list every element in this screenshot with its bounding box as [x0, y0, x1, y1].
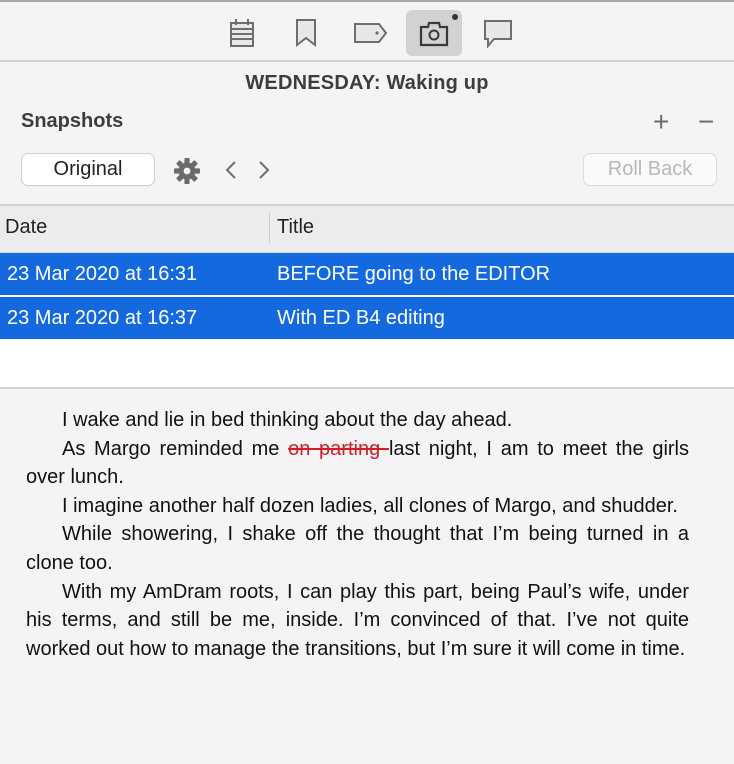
roll-back-button[interactable]: Roll Back [584, 154, 716, 185]
chevron-left-icon [225, 161, 236, 179]
remove-snapshot-button[interactable]: − [698, 108, 714, 136]
column-divider[interactable] [269, 212, 270, 244]
bookmark-icon [296, 19, 316, 48]
snapshots-table: 23 Mar 2020 at 16:31 BEFORE going to the… [0, 253, 734, 387]
snapshot-date: 23 Mar 2020 at 16:31 [7, 263, 198, 285]
inspector-toolbar [0, 2, 734, 60]
paragraph: I wake and lie in bed thinking about the… [62, 409, 513, 431]
chevron-right-icon [259, 161, 270, 179]
paragraph: As Margo reminded me on parting last nig… [26, 435, 689, 492]
previous-snapshot-button[interactable] [223, 159, 239, 181]
paragraph: While showering, I shake off the thought… [26, 523, 689, 574]
snapshot-title: With ED B4 editing [277, 307, 445, 329]
divider [0, 60, 734, 62]
tag-icon [354, 23, 388, 43]
add-snapshot-button[interactable]: + [653, 108, 669, 136]
paragraph: With my AmDram roots, I can play this pa… [26, 580, 689, 660]
snapshot-date: 23 Mar 2020 at 16:37 [7, 307, 198, 329]
snapshot-title: BEFORE going to the EDITOR [277, 263, 551, 285]
camera-icon [419, 21, 449, 47]
comments-tab[interactable] [470, 10, 526, 56]
document-title: WEDNESDAY: Waking up [245, 72, 489, 94]
next-snapshot-button[interactable] [256, 159, 272, 181]
text: As Margo reminded me [62, 437, 289, 460]
table-row[interactable]: 23 Mar 2020 at 16:37 With ED B4 editing [0, 297, 734, 339]
gear-icon[interactable] [173, 157, 201, 185]
notes-tab[interactable] [214, 10, 270, 56]
metadata-tab[interactable] [343, 10, 399, 56]
split-divider[interactable] [0, 387, 734, 389]
bookmarks-tab[interactable] [278, 10, 334, 56]
snapshots-heading: Snapshots [21, 110, 124, 132]
column-header-title[interactable]: Title [277, 216, 314, 239]
notepad-icon [230, 19, 254, 47]
badge-dot [452, 14, 458, 20]
snapshots-table-header: Date Title [0, 206, 734, 253]
paragraph: I imagine another half dozen ladies, all… [62, 494, 678, 517]
snapshots-tab[interactable] [406, 10, 462, 56]
comment-icon [484, 20, 512, 48]
deleted-text: on parting [288, 437, 389, 460]
table-row[interactable]: 23 Mar 2020 at 16:31 BEFORE going to the… [0, 253, 734, 295]
column-header-date[interactable]: Date [5, 216, 47, 239]
snapshot-text-view[interactable]: I wake and lie in bed thinking about the… [26, 406, 689, 663]
original-button[interactable]: Original [22, 154, 154, 185]
